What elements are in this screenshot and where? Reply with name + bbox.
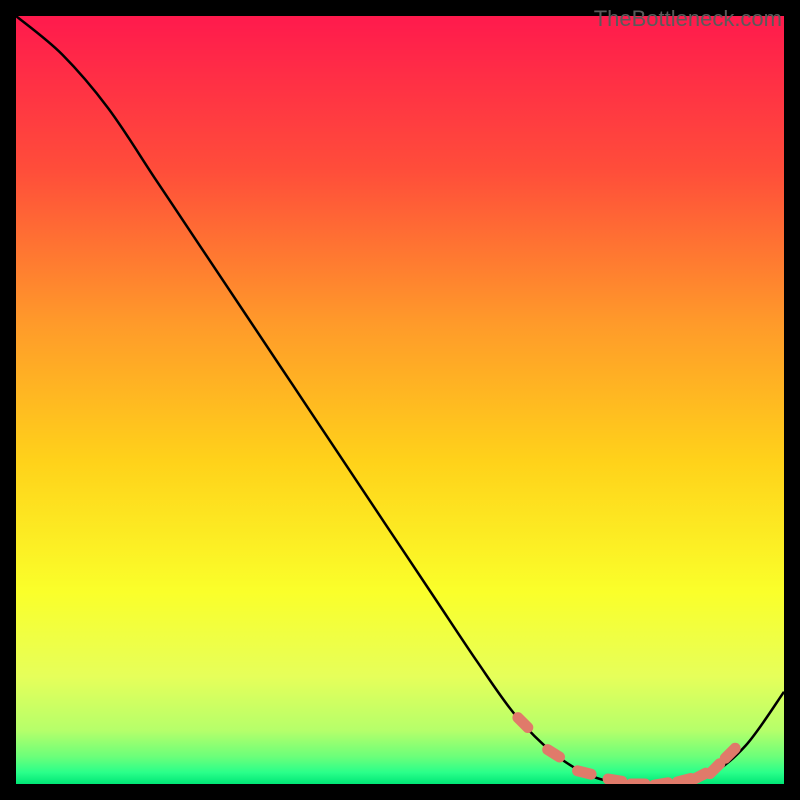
marker-dot [548, 750, 560, 757]
marker-dot [654, 783, 668, 784]
marker-dot [725, 748, 735, 758]
chart-svg [16, 16, 784, 784]
marker-dot [608, 779, 622, 781]
chart-plot-area [16, 16, 784, 784]
marker-dot [518, 718, 528, 728]
marker-dot [710, 764, 720, 774]
watermark-text: TheBottleneck.com [594, 6, 782, 32]
marker-dot [693, 773, 706, 779]
chart-background [16, 16, 784, 784]
marker-dot [578, 771, 592, 774]
